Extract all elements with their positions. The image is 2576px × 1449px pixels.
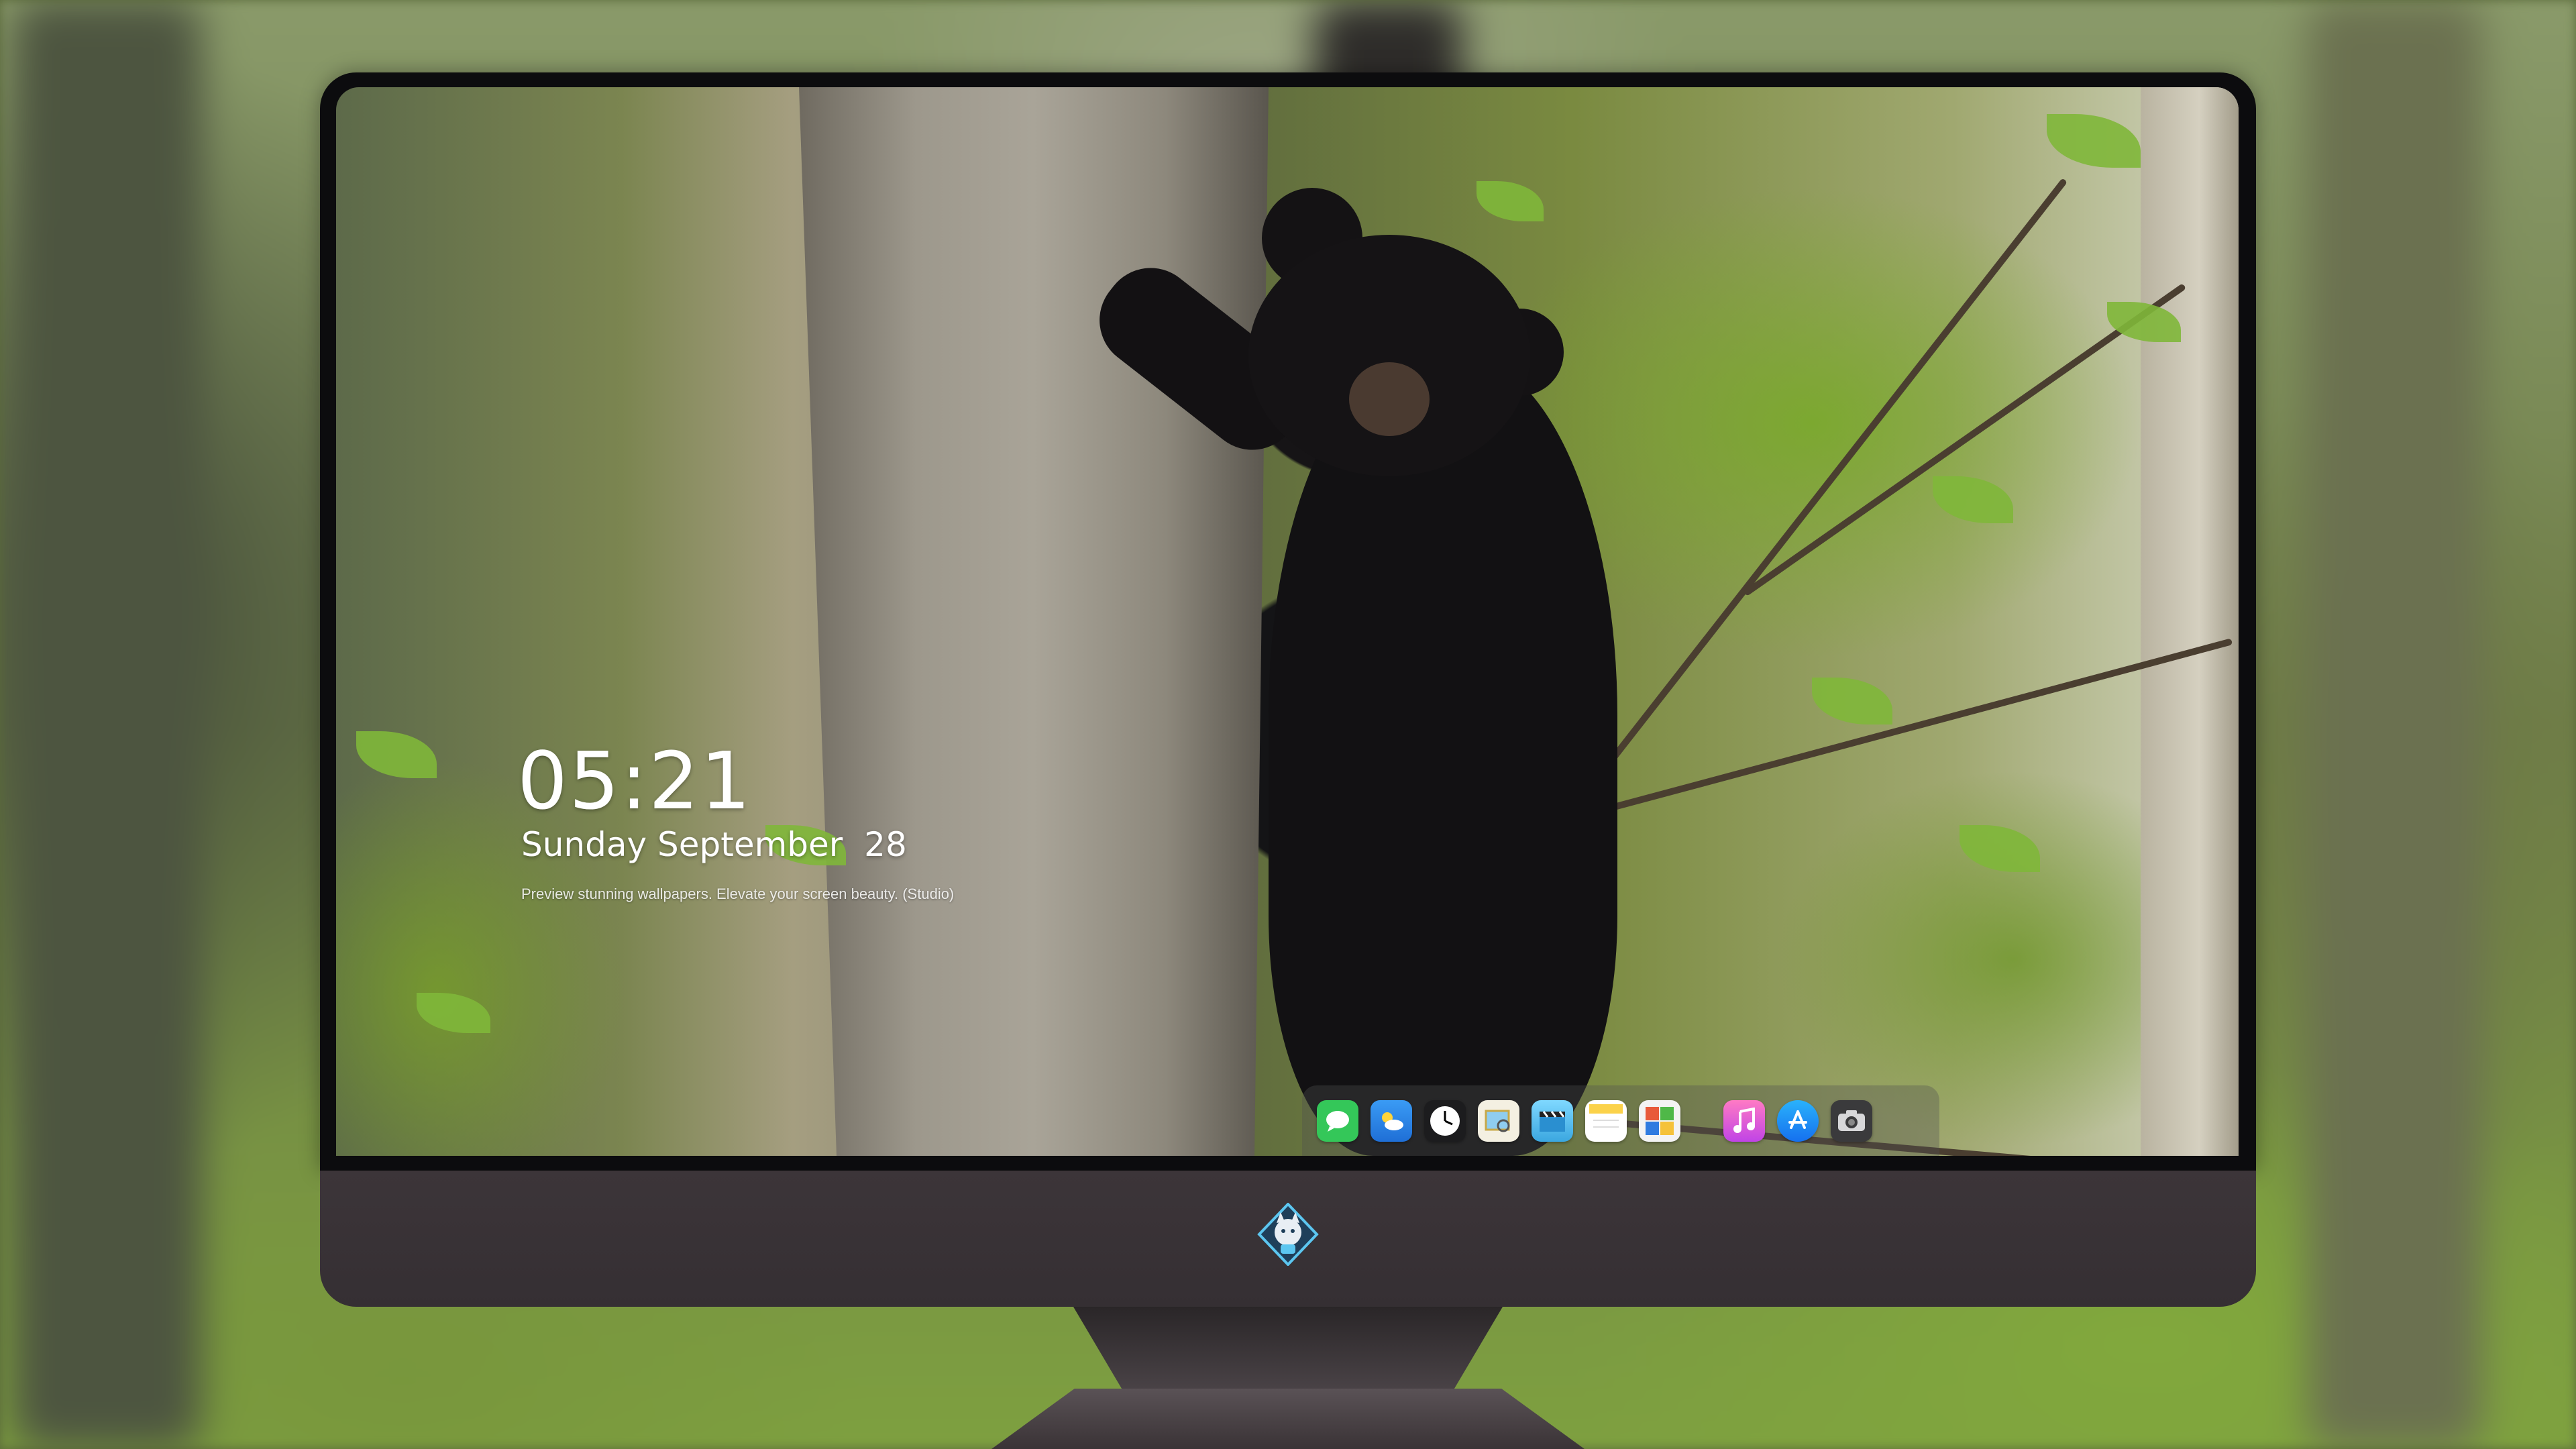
- preview-icon[interactable]: [1478, 1099, 1519, 1142]
- wallpaper-leaf: [2047, 114, 2141, 168]
- wallpaper-tree-trunk: [799, 87, 1269, 1156]
- wallpaper-leaf: [1477, 181, 1544, 221]
- weather-icon[interactable]: [1371, 1099, 1412, 1142]
- wallpaper-bear-body: [1269, 356, 1617, 1156]
- camera-icon[interactable]: [1831, 1099, 1872, 1142]
- clips-icon[interactable]: [1532, 1099, 1573, 1142]
- messages-icon[interactable]: [1317, 1099, 1358, 1142]
- wallpaper-birch-trunk: [2141, 87, 2239, 1156]
- app-store-icon[interactable]: [1777, 1099, 1819, 1142]
- brand-logo: [1257, 1203, 1319, 1266]
- background-trunk: [13, 0, 201, 1449]
- notes-icon[interactable]: [1585, 1099, 1627, 1142]
- monitor-stand-neck: [1073, 1307, 1503, 1394]
- wallpaper-leaf: [417, 993, 490, 1033]
- monitor-screen[interactable]: 05:21 Sunday September 28 Preview stunni…: [336, 87, 2239, 1156]
- lock-screen-tagline: Preview stunning wallpapers. Elevate you…: [521, 885, 955, 902]
- dock: [1302, 1085, 1939, 1156]
- background-trunk: [2308, 0, 2482, 1449]
- wallpaper-leaf: [1960, 825, 2040, 872]
- photo-booth-icon[interactable]: [1639, 1099, 1680, 1142]
- wallpaper-leaf: [1933, 476, 2013, 523]
- lock-screen-date: Sunday September 28: [521, 825, 907, 864]
- wallpaper-bear-snout: [1349, 362, 1430, 436]
- wallpaper-leaf: [1812, 678, 1892, 724]
- desktop-monitor: 05:21 Sunday September 28 Preview stunni…: [320, 72, 2256, 1394]
- wallpaper-leaf: [356, 731, 437, 778]
- clock-icon[interactable]: [1424, 1099, 1466, 1142]
- wallpaper-bear-head: [1248, 235, 1530, 476]
- music-icon[interactable]: [1723, 1099, 1765, 1142]
- monitor-bezel: 05:21 Sunday September 28 Preview stunni…: [320, 72, 2256, 1171]
- lock-screen-clock: 05:21: [517, 735, 753, 827]
- wallpaper-branch: [1608, 178, 2068, 764]
- monitor-stand-base: [991, 1389, 1585, 1449]
